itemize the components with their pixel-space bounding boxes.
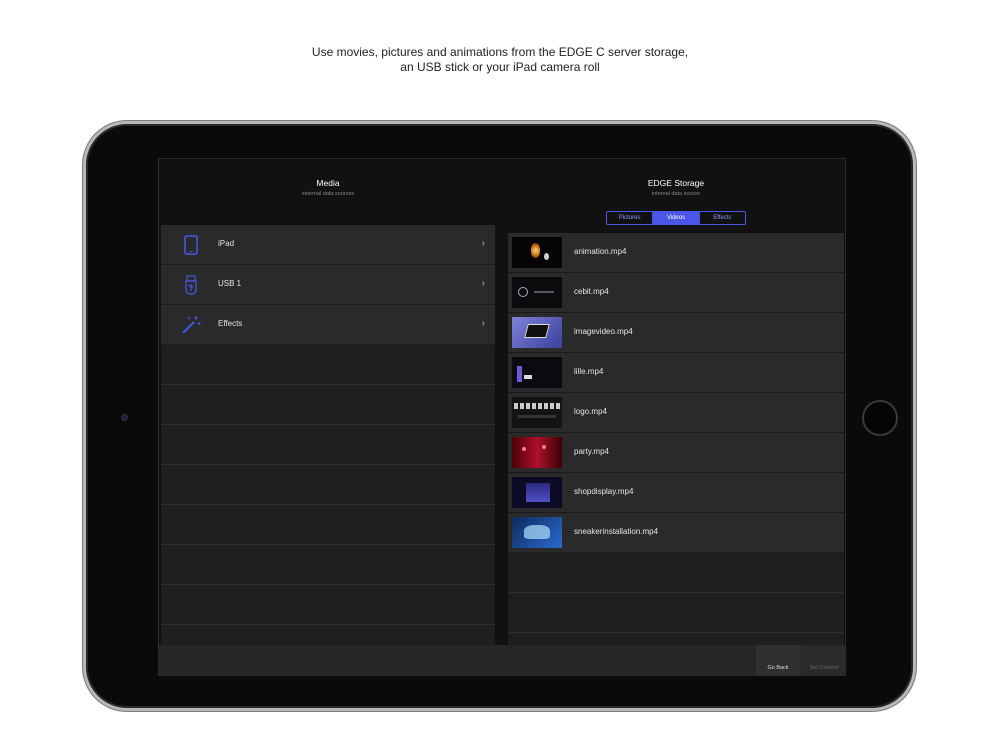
video-thumbnail [512, 397, 562, 428]
file-name: cebit.mp4 [574, 287, 609, 296]
media-subtitle: external data sources [301, 191, 355, 197]
file-name: party.mp4 [574, 447, 609, 456]
empty-row [161, 545, 495, 585]
source-item-ipad[interactable]: iPad › [161, 225, 495, 265]
chevron-right-icon: › [481, 278, 485, 289]
usb-icon [185, 275, 197, 295]
video-thumbnail [512, 437, 562, 468]
storage-tab-control: Pictures Videos Effects [606, 211, 746, 225]
app-screen: Media external data sources EDGE Storage… [158, 158, 846, 676]
file-item[interactable]: imagevideo.mp4 [508, 313, 844, 353]
file-name: sneakerinstallation.mp4 [574, 527, 659, 536]
source-label: iPad [218, 239, 235, 248]
go-back-button[interactable]: Go Back [756, 645, 800, 675]
file-item[interactable]: party.mp4 [508, 433, 844, 473]
file-name: logo.mp4 [574, 407, 607, 416]
empty-row [161, 465, 495, 505]
home-button[interactable] [862, 400, 898, 436]
marketing-caption: Use movies, pictures and animations from… [0, 45, 1000, 75]
video-thumbnail [512, 357, 562, 388]
source-item-usb[interactable]: USB 1 › [161, 265, 495, 305]
camera-icon [121, 414, 128, 421]
video-thumbnail [512, 517, 562, 548]
empty-row [508, 553, 844, 593]
video-thumbnail [512, 317, 562, 348]
empty-row [161, 505, 495, 545]
empty-row [161, 425, 495, 465]
empty-row [161, 345, 495, 385]
source-label: Effects [218, 319, 243, 328]
video-thumbnail [512, 237, 562, 268]
tab-pictures[interactable]: Pictures [607, 212, 654, 224]
empty-row [508, 593, 844, 633]
magic-wand-icon [182, 316, 201, 334]
storage-file-list: animation.mp4 cebit.mp4 imagevideo.mp4 l… [508, 233, 844, 645]
empty-row [161, 385, 495, 425]
media-header: Media external data sources [159, 159, 497, 225]
caption-line-2: an USB stick or your iPad camera roll [400, 60, 600, 74]
file-item[interactable]: sneakerinstallation.mp4 [508, 513, 844, 553]
tab-effects[interactable]: Effects [700, 212, 745, 224]
bottom-toolbar: Go Back Set Content [159, 645, 845, 675]
file-name: shopdisplay.mp4 [574, 487, 634, 496]
video-thumbnail [512, 277, 562, 308]
file-item[interactable]: lille.mp4 [508, 353, 844, 393]
file-name: lille.mp4 [574, 367, 604, 376]
file-item[interactable]: logo.mp4 [508, 393, 844, 433]
tablet-icon [184, 235, 198, 255]
media-source-list: iPad › USB 1 › Effects › [161, 225, 495, 645]
source-item-effects[interactable]: Effects › [161, 305, 495, 345]
set-content-button[interactable]: Set Content [801, 645, 845, 675]
storage-title: EDGE Storage [647, 178, 705, 188]
source-label: USB 1 [218, 279, 242, 288]
tab-videos[interactable]: Videos [653, 212, 700, 224]
file-item[interactable]: shopdisplay.mp4 [508, 473, 844, 513]
file-name: animation.mp4 [574, 247, 627, 256]
file-item[interactable]: cebit.mp4 [508, 273, 844, 313]
empty-row [161, 585, 495, 625]
ipad-device: Media external data sources EDGE Storage… [83, 121, 916, 711]
storage-subtitle: internal data source [651, 191, 701, 197]
chevron-right-icon: › [481, 238, 485, 249]
video-thumbnail [512, 477, 562, 508]
media-title: Media [316, 178, 340, 188]
file-item[interactable]: animation.mp4 [508, 233, 844, 273]
caption-line-1: Use movies, pictures and animations from… [311, 45, 689, 59]
file-name: imagevideo.mp4 [574, 327, 633, 336]
chevron-right-icon: › [481, 318, 485, 329]
